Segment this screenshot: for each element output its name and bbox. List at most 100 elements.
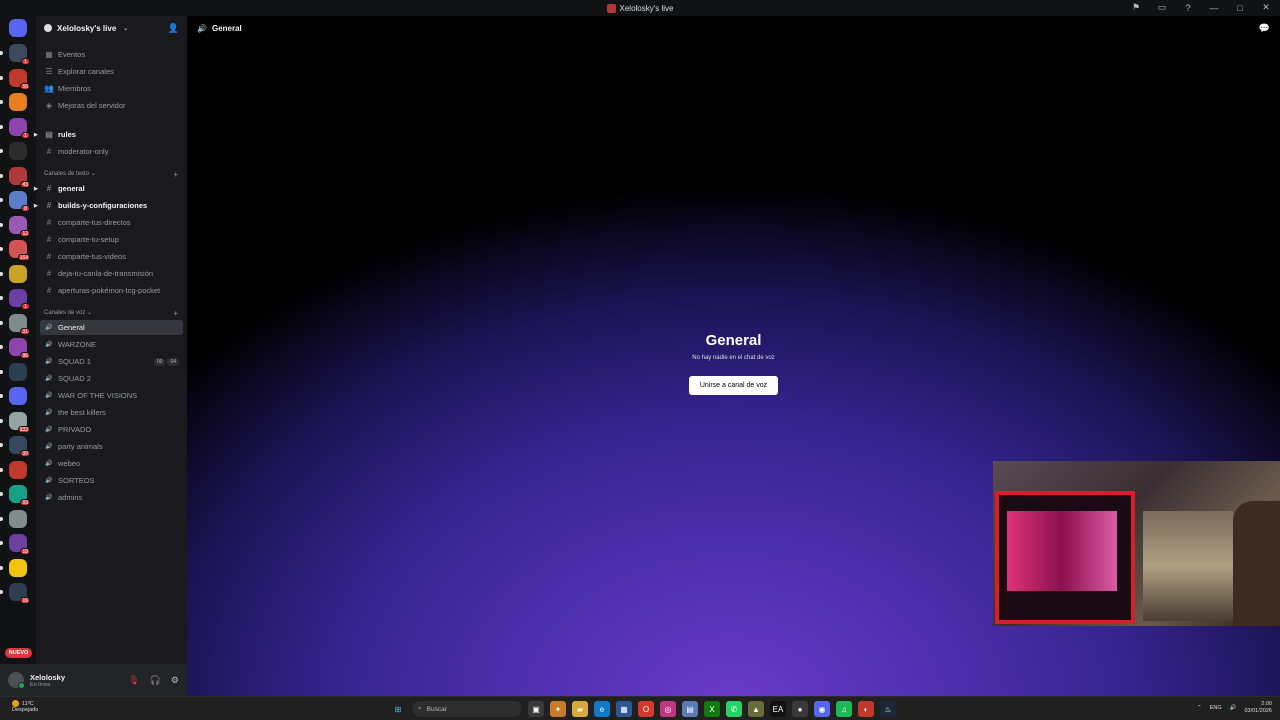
- server-icon[interactable]: 31: [9, 313, 30, 335]
- text-channel[interactable]: ▶ # general: [34, 181, 183, 196]
- server-header[interactable]: Xelolosky's live ⌄ 👤: [36, 16, 187, 40]
- close-button[interactable]: ✕: [1260, 2, 1272, 13]
- text-channel[interactable]: ▶ # builds-y-configuraciones: [34, 198, 183, 213]
- xbox-icon[interactable]: X: [704, 701, 720, 717]
- unread-pill: [0, 443, 3, 447]
- server-icon[interactable]: [9, 558, 27, 577]
- invite-icon[interactable]: 👤: [168, 23, 179, 34]
- steam-icon[interactable]: ♨: [880, 701, 896, 717]
- server-icon[interactable]: 96: [9, 338, 30, 359]
- chevron-down-icon: ⌄: [90, 171, 96, 177]
- tray-chevron-icon[interactable]: ⌃: [1197, 705, 1202, 711]
- server-icon[interactable]: 8: [9, 191, 30, 212]
- discord-icon[interactable]: ◉: [814, 701, 830, 717]
- server-icon[interactable]: 18: [9, 534, 30, 555]
- voice-channel[interactable]: 🔊 party animals: [40, 439, 183, 454]
- document-icon[interactable]: ▤: [682, 701, 698, 717]
- spotify-icon[interactable]: ♫: [836, 701, 852, 717]
- server-icon[interactable]: 93: [9, 485, 30, 506]
- server-icon[interactable]: [9, 387, 27, 405]
- voice-channel[interactable]: 🔊 WAR OF THE VISIONS: [40, 388, 183, 403]
- channel-rules[interactable]: ▶ ▤ rules: [34, 127, 183, 142]
- inbox-icon[interactable]: ▭: [1156, 2, 1168, 13]
- webcam-overlay: [993, 461, 1280, 626]
- server-icon[interactable]: 333: [9, 411, 30, 433]
- server-icon[interactable]: 1: [9, 289, 30, 310]
- whatsapp-icon[interactable]: ✆: [726, 701, 742, 717]
- server-icon[interactable]: [9, 264, 27, 283]
- store-icon[interactable]: ▦: [616, 701, 632, 717]
- text-channel[interactable]: # comparte-tus-directos: [40, 215, 183, 230]
- mention-badge: 93: [20, 499, 30, 506]
- edge-icon[interactable]: e: [594, 701, 610, 717]
- avatar[interactable]: [8, 672, 25, 689]
- obs-icon[interactable]: ●: [792, 701, 808, 717]
- text-channel[interactable]: # comparte-tu-setup: [40, 232, 183, 247]
- headphones-icon[interactable]: 🎧: [150, 675, 161, 686]
- clock-time: 2:00: [1261, 701, 1272, 707]
- chevron-down-icon: ⌄: [123, 25, 129, 32]
- ea-icon[interactable]: EA: [770, 701, 786, 717]
- server-icon[interactable]: 56: [9, 68, 30, 90]
- server-icon[interactable]: 1: [9, 117, 30, 139]
- volume-icon[interactable]: 🔊: [1230, 705, 1237, 711]
- chevron-down-icon: ⌄: [87, 310, 93, 316]
- voice-channel[interactable]: 🔊 SQUAD 1 00 04: [40, 354, 183, 369]
- category-voice-channels[interactable]: Canales de voz ⌄ +: [44, 309, 178, 318]
- voice-channel[interactable]: 🔊 the best killers: [40, 405, 183, 420]
- server-icon[interactable]: [9, 460, 27, 479]
- nav-events[interactable]: ▦ Eventos: [40, 47, 183, 62]
- record-icon[interactable]: ◐: [858, 701, 874, 717]
- channel-moderator-only[interactable]: # moderator-only: [40, 144, 183, 159]
- add-channel-icon[interactable]: +: [173, 309, 178, 318]
- task-view-icon[interactable]: ▣: [528, 701, 544, 717]
- app-icon[interactable]: ▲: [748, 701, 764, 717]
- instagram-icon[interactable]: ◎: [660, 701, 676, 717]
- server-icon[interactable]: 30: [9, 436, 30, 457]
- server-icon[interactable]: 164: [9, 240, 30, 261]
- server-icon[interactable]: 12: [9, 215, 30, 237]
- add-channel-icon[interactable]: +: [173, 170, 178, 179]
- weather-widget[interactable]: 11ºC Despejado: [12, 700, 38, 713]
- voice-channel[interactable]: 🔊 SQUAD 2: [40, 371, 183, 386]
- voice-channel[interactable]: 🔊 PRIVADO: [40, 422, 183, 437]
- minimize-button[interactable]: —: [1208, 3, 1220, 13]
- language-indicator[interactable]: ENG: [1210, 705, 1222, 711]
- nav-browse-channels[interactable]: ☰ Explorar canales: [40, 64, 183, 79]
- start-windows-icon[interactable]: ⊞: [390, 701, 406, 717]
- voice-channel[interactable]: 🔊 WARZONE: [40, 337, 183, 352]
- chat-bubble-icon[interactable]: 💬: [1259, 23, 1270, 34]
- server-icon[interactable]: [9, 142, 27, 160]
- server-icon[interactable]: 16: [9, 583, 30, 604]
- copilot-icon[interactable]: ✦: [550, 701, 566, 717]
- settings-gear-icon[interactable]: ⚙: [171, 675, 179, 686]
- mic-muted-icon[interactable]: 🎙: [128, 675, 139, 686]
- pin-icon[interactable]: ⚑: [1130, 2, 1142, 13]
- join-voice-button[interactable]: Unirse a canal de voz: [689, 376, 778, 395]
- text-channel[interactable]: # aperturas-pokémon-tcg-pocket: [40, 283, 183, 298]
- text-channel[interactable]: # deja-tu-canla-de-transmisión: [40, 266, 183, 281]
- maximize-button[interactable]: □: [1234, 3, 1246, 13]
- server-icon[interactable]: [9, 93, 27, 111]
- unread-pill: [0, 345, 3, 349]
- server-icon[interactable]: 1: [9, 44, 30, 65]
- text-channel[interactable]: # comparte-tus-videos: [40, 249, 183, 264]
- voice-channel[interactable]: 🔊 admins: [40, 490, 183, 505]
- opera-icon[interactable]: O: [638, 701, 654, 717]
- server-icon[interactable]: [9, 509, 27, 528]
- new-badge[interactable]: NUEVO: [5, 648, 32, 658]
- server-icon[interactable]: 43: [9, 166, 30, 188]
- discord-home-icon[interactable]: [9, 19, 27, 37]
- server-icon[interactable]: [9, 362, 27, 381]
- file-explorer-icon[interactable]: ▰: [572, 701, 588, 717]
- taskbar-search[interactable]: ⌕ Buscar: [412, 701, 522, 717]
- help-icon[interactable]: ?: [1182, 3, 1194, 13]
- unread-pill: [0, 467, 3, 472]
- nav-members[interactable]: 👥 Miembros: [40, 81, 183, 96]
- voice-channel[interactable]: 🔊 SORTEOS: [40, 473, 183, 488]
- voice-channel[interactable]: 🔊 webeo: [40, 456, 183, 471]
- nav-server-boosts[interactable]: ◈ Mejoras del servidor: [40, 98, 183, 113]
- voice-channel[interactable]: 🔊 General: [40, 320, 183, 335]
- clock[interactable]: 2:00 03/01/2026: [1244, 701, 1272, 715]
- category-text-channels[interactable]: Canales de texto ⌄ +: [44, 170, 178, 179]
